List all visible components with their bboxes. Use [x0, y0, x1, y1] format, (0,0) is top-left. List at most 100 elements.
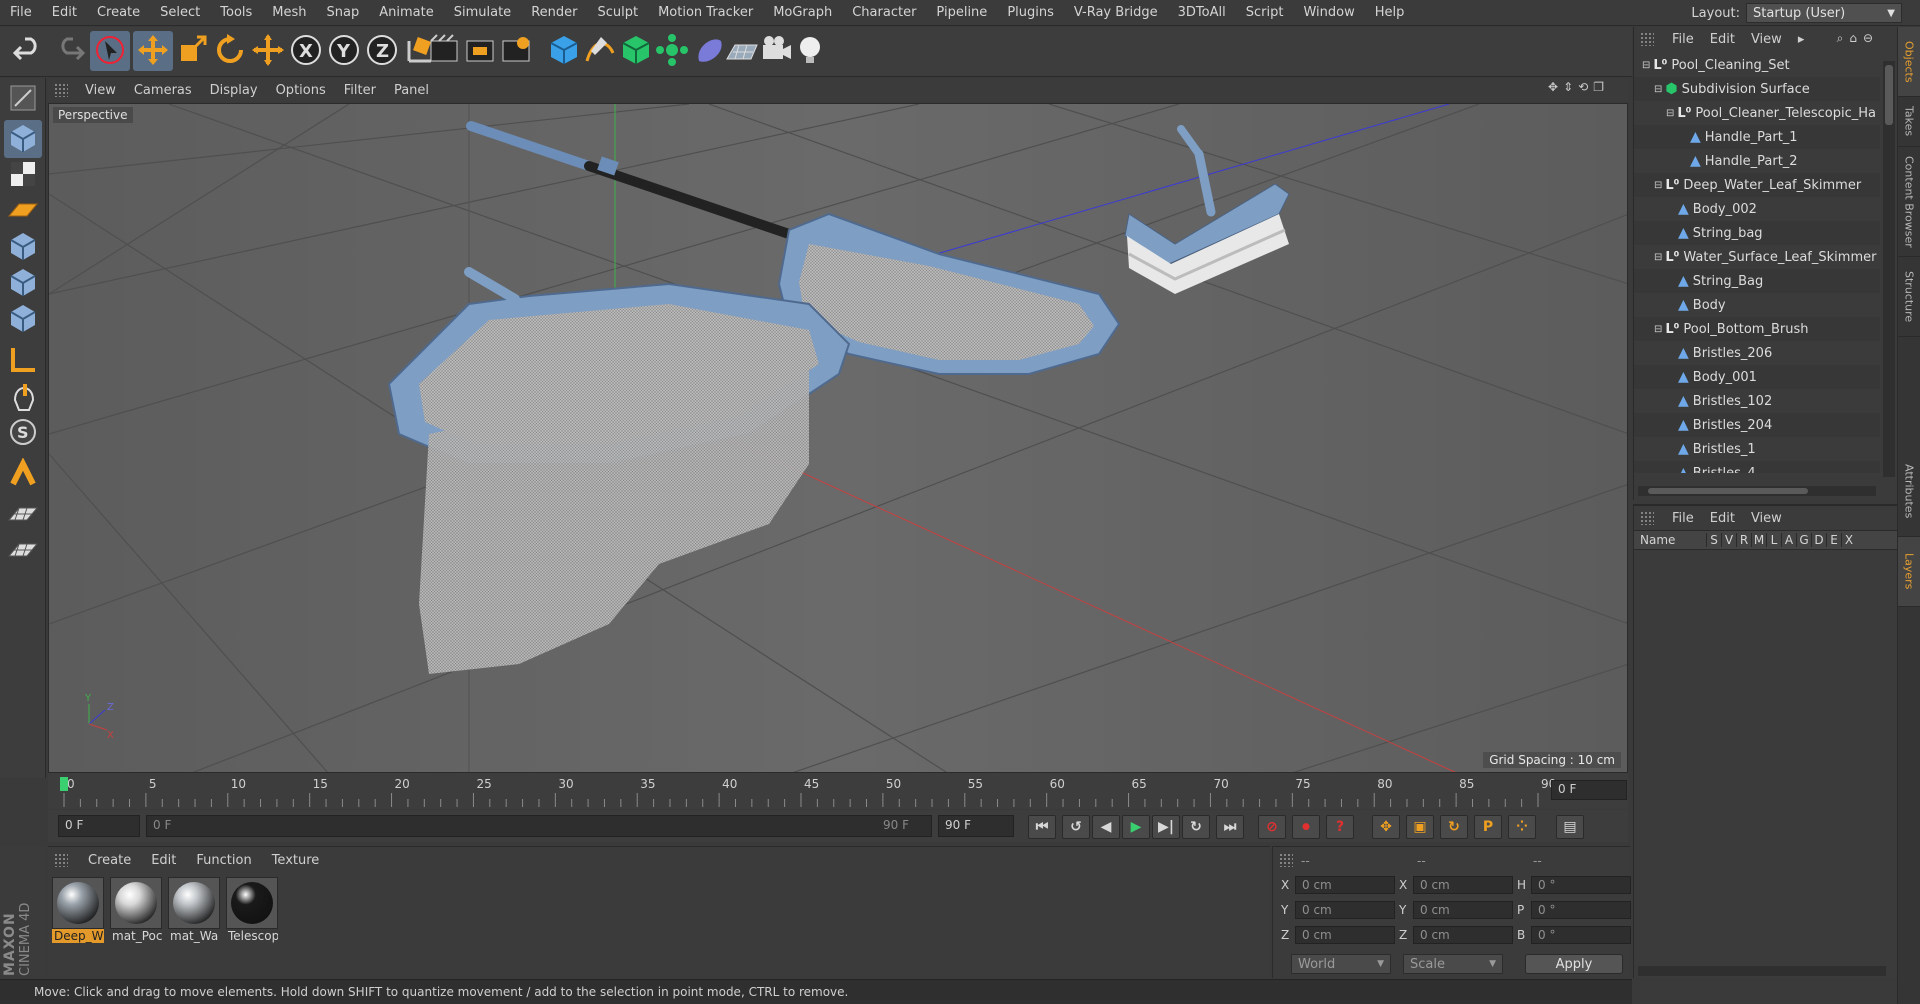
- material-swatch[interactable]: mat_Poc: [110, 877, 162, 947]
- menu-animate[interactable]: Animate: [369, 5, 443, 20]
- layer-column-header[interactable]: L: [1766, 533, 1781, 547]
- collapse-toggle-icon[interactable]: ⊟: [1666, 108, 1674, 119]
- go-to-start-button[interactable]: ⏮: [1028, 815, 1056, 839]
- hscroll-thumb[interactable]: [1648, 488, 1808, 494]
- coord-field[interactable]: 0 °: [1531, 926, 1631, 944]
- coord-field[interactable]: 0 cm: [1295, 876, 1395, 894]
- apply-button[interactable]: Apply: [1525, 954, 1623, 974]
- side-tab-objects[interactable]: Objects: [1898, 27, 1920, 97]
- pen-spline-button[interactable]: [580, 31, 620, 71]
- pan-icon[interactable]: ✥: [1548, 80, 1558, 94]
- y-axis-lock-button[interactable]: Y: [324, 31, 364, 71]
- object-tree-row[interactable]: ▲ Body_001: [1634, 365, 1880, 389]
- start-frame-field[interactable]: 0 F: [58, 815, 140, 837]
- collapse-toggle-icon[interactable]: ⊟: [1654, 324, 1662, 335]
- viewport-menu-cameras[interactable]: Cameras: [125, 83, 201, 98]
- viewport-menu-view[interactable]: View: [76, 83, 125, 98]
- object-tree-row[interactable]: ▲ Body: [1634, 293, 1880, 317]
- layer-hscrollbar[interactable]: [1638, 966, 1886, 976]
- viewport-menu-panel[interactable]: Panel: [385, 83, 438, 98]
- x-axis-lock-button[interactable]: X: [286, 31, 326, 71]
- menu-character[interactable]: Character: [842, 5, 926, 20]
- layer-column-header[interactable]: V: [1721, 533, 1736, 547]
- search-icon[interactable]: ⌕: [1837, 31, 1844, 46]
- maximize-icon[interactable]: ❐: [1593, 80, 1604, 94]
- current-frame-field[interactable]: 0 F: [1551, 780, 1627, 800]
- menu-mesh[interactable]: Mesh: [262, 5, 316, 20]
- prev-frame-button[interactable]: ◀: [1092, 815, 1120, 839]
- render-picture-viewer-button[interactable]: [460, 31, 500, 71]
- side-tab-takes[interactable]: Takes: [1898, 97, 1920, 147]
- menu-mograph[interactable]: MoGraph: [763, 5, 842, 20]
- object-menu-view[interactable]: View: [1743, 32, 1790, 47]
- material-menu-function[interactable]: Function: [186, 853, 261, 868]
- render-view-button[interactable]: [424, 31, 464, 71]
- collapse-icon[interactable]: ⊖: [1863, 31, 1873, 46]
- object-tree-row[interactable]: ⊟ L⁰ Pool_Cleaning_Set: [1634, 53, 1880, 77]
- layer-column-header[interactable]: A: [1781, 533, 1796, 547]
- object-tree-row[interactable]: ⊟ L⁰ Deep_Water_Leaf_Skimmer: [1634, 173, 1880, 197]
- playhead[interactable]: [60, 777, 68, 791]
- object-vscrollbar[interactable]: [1883, 61, 1895, 477]
- object-tree-row[interactable]: ▲ Bristles_204: [1634, 413, 1880, 437]
- layer-column-header[interactable]: E: [1826, 533, 1841, 547]
- key-scale-button[interactable]: ▣: [1406, 815, 1434, 839]
- coord-field[interactable]: 0 cm: [1413, 876, 1513, 894]
- object-menu-file[interactable]: File: [1664, 32, 1702, 47]
- coord-field[interactable]: 0 cm: [1413, 901, 1513, 919]
- key-selection-button[interactable]: ?: [1326, 815, 1354, 839]
- scale-button[interactable]: [172, 31, 212, 71]
- object-tree-row[interactable]: ⊟ L⁰ Pool_Cleaner_Telescopic_Ha: [1634, 101, 1880, 125]
- layer-column-header[interactable]: S: [1706, 533, 1721, 547]
- object-tree-row[interactable]: ▲ Body_002: [1634, 197, 1880, 221]
- collapse-toggle-icon[interactable]: ⊟: [1642, 60, 1650, 71]
- planar-workplane-button[interactable]: [4, 534, 42, 572]
- autokey-button[interactable]: ⏺: [1292, 815, 1320, 839]
- locked-workplane-button[interactable]: [4, 498, 42, 536]
- key-pla-button[interactable]: ⁘: [1508, 815, 1536, 839]
- layer-column-header[interactable]: Name: [1634, 533, 1706, 547]
- object-tree-row[interactable]: ▲ Bristles_1: [1634, 437, 1880, 461]
- texture-mode-button[interactable]: [4, 156, 42, 194]
- menu-render[interactable]: Render: [521, 5, 587, 20]
- size-mode-dropdown[interactable]: Scale ▼: [1403, 954, 1503, 974]
- menu-v-ray-bridge[interactable]: V-Ray Bridge: [1064, 5, 1168, 20]
- key-param-button[interactable]: P: [1474, 815, 1502, 839]
- menu-help[interactable]: Help: [1365, 5, 1415, 20]
- snap-button[interactable]: [4, 456, 42, 494]
- menu-window[interactable]: Window: [1293, 5, 1364, 20]
- menu-select[interactable]: Select: [150, 5, 210, 20]
- live-selection-button[interactable]: [90, 31, 130, 71]
- light-button[interactable]: [790, 31, 830, 71]
- object-tree-row[interactable]: ▲ String_bag: [1634, 221, 1880, 245]
- scroll-thumb[interactable]: [1885, 65, 1893, 125]
- layer-column-header[interactable]: X: [1841, 533, 1856, 547]
- menu-pipeline[interactable]: Pipeline: [926, 5, 997, 20]
- object-tree-row[interactable]: ▲ Bristles_206: [1634, 341, 1880, 365]
- coord-field[interactable]: 0 cm: [1295, 926, 1395, 944]
- render-settings-button[interactable]: [496, 31, 536, 71]
- key-rotation-button[interactable]: ↻: [1440, 815, 1468, 839]
- subdivision-button[interactable]: [616, 31, 656, 71]
- material-menu-edit[interactable]: Edit: [141, 853, 186, 868]
- coord-field[interactable]: 0 cm: [1413, 926, 1513, 944]
- viewport-menu-options[interactable]: Options: [267, 83, 335, 98]
- collapse-toggle-icon[interactable]: ⊟: [1654, 180, 1662, 191]
- side-tab-attributes[interactable]: Attributes: [1898, 447, 1920, 537]
- menu-sculpt[interactable]: Sculpt: [587, 5, 648, 20]
- redo-button[interactable]: [50, 31, 90, 71]
- layer-column-header[interactable]: G: [1796, 533, 1811, 547]
- object-tree-row[interactable]: ▲ Bristles_4: [1634, 461, 1880, 473]
- cube-button[interactable]: [544, 31, 584, 71]
- keyframe-record-button[interactable]: ⊘: [1258, 815, 1286, 839]
- material-swatch[interactable]: Telescop: [226, 877, 278, 947]
- points-mode-button[interactable]: [4, 228, 42, 266]
- viewport-perspective[interactable]: Y Z X Perspective Grid Spacing : 10 cm: [48, 103, 1628, 773]
- menu-script[interactable]: Script: [1236, 5, 1294, 20]
- object-tree-row[interactable]: ⊟ L⁰ Pool_Bottom_Brush: [1634, 317, 1880, 341]
- menu-3dtoall[interactable]: 3DToAll: [1168, 5, 1236, 20]
- side-tab-layers[interactable]: Layers: [1898, 537, 1920, 607]
- coord-field[interactable]: 0 °: [1531, 876, 1631, 894]
- layer-menu-view[interactable]: View: [1743, 511, 1790, 526]
- coord-field[interactable]: 0 °: [1531, 901, 1631, 919]
